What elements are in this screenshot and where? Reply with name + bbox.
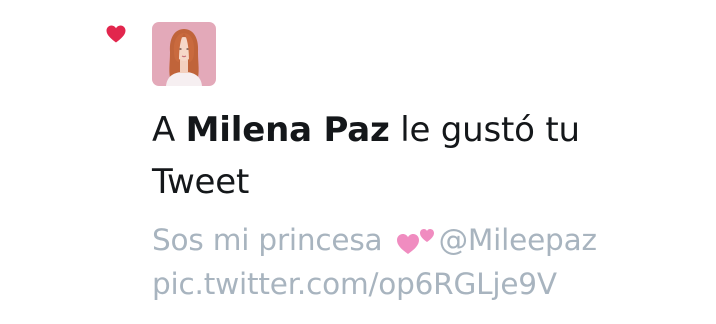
tweet-text: Sos mi princesa [152, 223, 383, 257]
mention-link[interactable]: @Mileepaz [439, 223, 597, 257]
avatar[interactable] [152, 22, 216, 86]
action-suffix: le gustó tu [389, 110, 580, 150]
like-notification[interactable]: A Milena Paz le gustó tu Tweet Sos mi pri… [0, 0, 716, 324]
tweet-preview: Sos mi princesa @Mileepaz pic.twitter.com… [152, 218, 692, 306]
pic-link[interactable]: pic.twitter.com/op6RGLje9V [152, 267, 557, 301]
action-prefix: A [152, 110, 186, 150]
user-name-link[interactable]: Milena Paz [186, 110, 390, 150]
action-object: Tweet [152, 162, 250, 202]
notification-headline: A Milena Paz le gustó tu Tweet [152, 104, 692, 208]
two-hearts-emoji-icon [396, 224, 438, 256]
heart-icon [106, 25, 126, 43]
